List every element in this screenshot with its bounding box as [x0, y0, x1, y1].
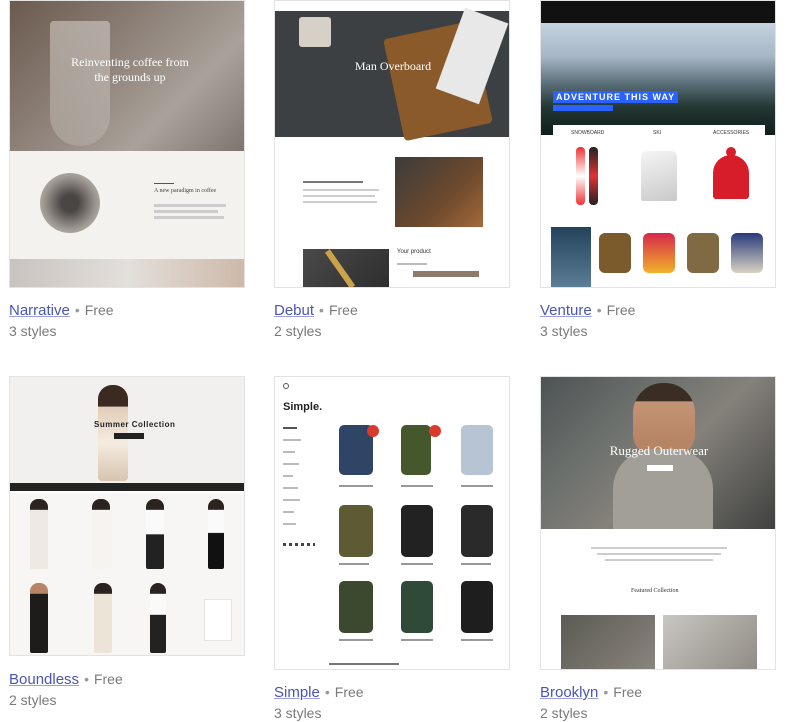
theme-price: Free	[328, 302, 358, 318]
theme-styles-count: 3 styles	[274, 705, 322, 721]
theme-preview-brooklyn[interactable]: Rugged Outerwear Featured Collection	[540, 376, 776, 670]
beanie-image	[713, 155, 749, 199]
separator-dot: •	[319, 302, 324, 318]
ski-boot-image	[641, 151, 677, 201]
hero-heading: Man Overboard	[354, 59, 432, 73]
theme-price: Free	[613, 684, 643, 700]
section-heading: Featured Collection	[631, 588, 679, 594]
theme-styles-count: 3 styles	[9, 323, 57, 339]
product-image	[40, 173, 100, 233]
hero-heading: Rugged Outerwear	[609, 443, 709, 458]
sale-badge	[429, 425, 441, 437]
theme-styles-count: 2 styles	[540, 705, 588, 721]
theme-preview-simple[interactable]: Simple.	[274, 376, 510, 670]
theme-price: Free	[606, 302, 636, 318]
separator-dot: •	[603, 684, 609, 700]
theme-styles-count: 3 styles	[540, 323, 588, 339]
collection-image[interactable]	[663, 615, 757, 669]
hero-image	[541, 23, 775, 135]
category-snowboard[interactable]: SNOWBOARD	[571, 130, 604, 136]
theme-name-link[interactable]: Debut	[274, 302, 314, 319]
product-title: Your product	[397, 249, 431, 255]
theme-price: Free	[334, 684, 364, 700]
category-ski[interactable]: SKI	[653, 130, 661, 136]
theme-price: Free	[93, 671, 123, 687]
separator-dot: •	[74, 302, 80, 318]
theme-name-link[interactable]: Venture	[540, 302, 592, 319]
hero-heading: Reinventing coffee from the grounds up	[71, 55, 189, 84]
theme-preview-venture[interactable]: ADVENTURE THIS WAY SNOWBOARD SKI ACCESSO…	[540, 0, 776, 288]
hero-heading: Summer Collection	[94, 420, 176, 429]
category-accessories[interactable]: ACCESSORIES	[713, 130, 749, 136]
theme-name-link[interactable]: Narrative	[9, 302, 70, 319]
product-photo	[395, 157, 483, 227]
separator-dot: •	[84, 671, 89, 687]
theme-name-link[interactable]: Brooklyn	[540, 684, 598, 701]
separator-dot: •	[324, 684, 330, 700]
theme-preview-boundless[interactable]: Summer Collection	[9, 376, 245, 656]
hero-heading: ADVENTURE THIS WAY	[553, 91, 679, 103]
theme-price: Free	[84, 302, 114, 318]
theme-styles-count: 2 styles	[9, 692, 57, 708]
collection-image[interactable]	[561, 615, 655, 669]
separator-dot: •	[596, 302, 602, 318]
snowboard-image	[576, 147, 585, 205]
theme-preview-narrative[interactable]: Reinventing coffee from the grounds up A…	[9, 0, 245, 288]
theme-name-link[interactable]: Boundless	[9, 671, 79, 688]
site-logo: Simple.	[283, 401, 323, 413]
search-icon	[283, 383, 289, 389]
sub-heading: A new paradigm in coffee	[154, 188, 217, 194]
theme-name-link[interactable]: Simple	[274, 684, 320, 701]
theme-preview-debut[interactable]: Man Overboard Your product Add to cart	[274, 0, 510, 288]
theme-styles-count: 2 styles	[274, 323, 322, 339]
sale-badge	[367, 425, 379, 437]
add-to-cart-button[interactable]: Add to cart	[413, 271, 479, 277]
